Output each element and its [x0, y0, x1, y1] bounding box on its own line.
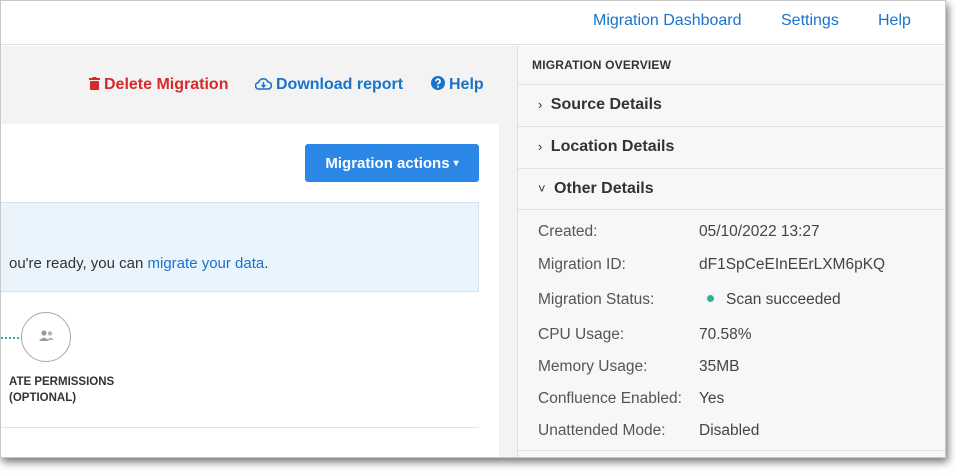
section-other-details[interactable]: ˅ Other Details — [518, 168, 945, 210]
info-message-text: ou're ready, you can — [9, 255, 148, 272]
section-source-details-label: Source Details — [550, 96, 662, 113]
info-message-end: . — [264, 255, 269, 272]
nav-migration-dashboard[interactable]: Migration Dashboard — [593, 12, 742, 30]
chevron-down-icon: ˅ — [538, 181, 546, 196]
migration-actions-button[interactable]: Migration actions ▾ — [305, 144, 479, 182]
section-location-details-header: › Location Details — [538, 138, 674, 156]
migration-overview-panel: MIGRATION OVERVIEW › Source Details › Lo… — [517, 46, 945, 457]
detail-status-label: Migration Status: — [538, 291, 655, 308]
info-message: ou're ready, you can migrate your data. — [9, 255, 268, 272]
detail-confluence-label: Confluence Enabled: — [538, 390, 682, 407]
divider — [518, 450, 945, 451]
migration-toolbar: Delete Migration Download report Help — [1, 46, 517, 124]
download-report-label: Download report — [276, 76, 404, 93]
nav-settings[interactable]: Settings — [781, 12, 839, 30]
step-permissions-label: ATE PERMISSIONS (OPTIONAL) — [9, 374, 114, 406]
detail-migration-id-label: Migration ID: — [538, 256, 626, 273]
detail-created-value: 05/10/2022 13:27 — [699, 223, 820, 240]
migration-main-panel: Delete Migration Download report Help Mi… — [1, 46, 517, 457]
migration-card: Migration actions ▾ ou're ready, you can … — [1, 124, 499, 457]
question-circle-icon — [431, 76, 445, 95]
cloud-download-icon — [254, 77, 273, 95]
section-other-details-header: ˅ Other Details — [538, 180, 654, 198]
section-source-details-header: › Source Details — [538, 96, 662, 114]
users-icon — [39, 330, 54, 341]
detail-confluence-value: Yes — [699, 390, 725, 407]
status-text: Scan succeeded — [726, 291, 841, 308]
detail-status-value: Scan succeeded — [699, 291, 841, 309]
detail-cpu-value: 70.58% — [699, 326, 752, 343]
section-location-details-label: Location Details — [550, 138, 675, 155]
app-window: Migration Dashboard Settings Help Delete… — [0, 0, 946, 458]
migrate-data-link[interactable]: migrate your data — [148, 255, 265, 272]
step-permissions[interactable] — [21, 312, 71, 362]
detail-unattended-value: Disabled — [699, 422, 760, 439]
chevron-right-icon: › — [538, 97, 543, 112]
section-source-details[interactable]: › Source Details — [518, 84, 945, 126]
overview-title: MIGRATION OVERVIEW — [532, 58, 672, 72]
delete-migration-button[interactable]: Delete Migration — [89, 76, 228, 95]
status-dot-icon — [707, 295, 714, 303]
info-banner: ou're ready, you can migrate your data. — [1, 202, 479, 292]
help-button[interactable]: Help — [431, 76, 484, 95]
section-location-details[interactable]: › Location Details — [518, 126, 945, 168]
step-label-line1: ATE PERMISSIONS — [9, 376, 115, 388]
download-report-button[interactable]: Download report — [254, 76, 404, 95]
detail-migration-id-value: dF1SpCeEInEErLXM6pKQ — [699, 256, 886, 273]
help-label: Help — [449, 76, 484, 93]
nav-help[interactable]: Help — [878, 12, 911, 30]
step-connector — [1, 337, 23, 339]
caret-down-icon: ▾ — [453, 157, 459, 169]
migration-actions-label: Migration actions — [325, 154, 450, 172]
section-other-details-label: Other Details — [554, 180, 654, 197]
chevron-right-icon: › — [538, 139, 543, 154]
detail-unattended-label: Unattended Mode: — [538, 422, 666, 439]
top-navigation: Migration Dashboard Settings Help — [1, 1, 945, 45]
trash-icon — [89, 77, 100, 95]
detail-cpu-label: CPU Usage: — [538, 326, 625, 343]
detail-memory-value: 35MB — [699, 358, 740, 375]
detail-memory-label: Memory Usage: — [538, 358, 648, 375]
divider — [1, 427, 479, 428]
detail-created-label: Created: — [538, 223, 598, 240]
step-label-line2: (OPTIONAL) — [9, 392, 77, 404]
delete-migration-label: Delete Migration — [104, 76, 229, 93]
